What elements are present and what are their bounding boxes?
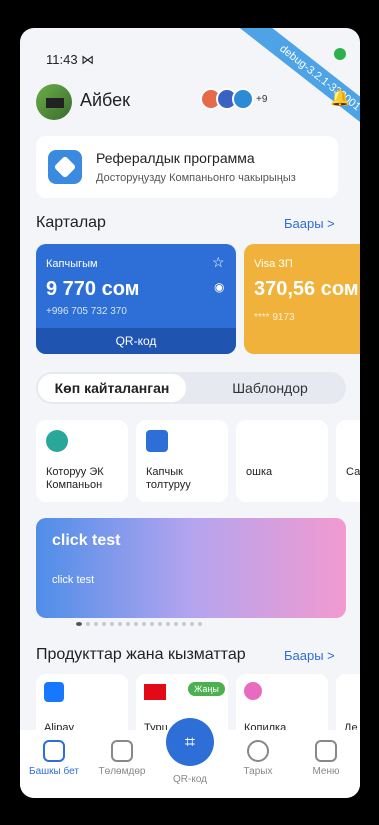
wallet-topup-icon (146, 430, 168, 452)
nav-home[interactable]: Башкы бет (20, 740, 88, 777)
avatar[interactable] (36, 84, 72, 120)
star-icon[interactable]: ☆ (212, 254, 225, 271)
nav-qr-label-wrap[interactable]: QR-код (156, 774, 224, 785)
wallet-card[interactable]: Капчыгым ☆ 9 770 сом ◉ +996 705 732 370 … (36, 244, 236, 354)
banner-subtitle: click test (52, 574, 95, 586)
referral-subtitle: Досторуңузду Компаньонго чакырыңыз (96, 172, 296, 184)
promo-banner[interactable]: click test click test (36, 518, 346, 618)
service-label: ошка (246, 466, 273, 478)
nav-menu[interactable]: Меню (292, 740, 360, 777)
transfer-icon (46, 430, 68, 452)
service-label: Капчык толтуруу (146, 466, 191, 492)
card-phone: +996 705 732 370 (46, 306, 127, 317)
nav-qr-label: QR-код (173, 774, 207, 785)
card-amount: 370,56 сом (254, 278, 359, 300)
home-icon (43, 740, 65, 762)
referral-title: Рефералдык программа (96, 150, 255, 166)
card-qr-button[interactable]: QR-код (36, 328, 236, 354)
cards-all-link[interactable]: Баары > (284, 216, 335, 231)
card-amount: 9 770 сом (46, 278, 140, 300)
grid-icon (315, 740, 337, 762)
new-badge: Жаңы (188, 682, 225, 696)
products-all-link[interactable]: Баары > (284, 648, 335, 663)
status-indicator-icon (334, 48, 346, 60)
banner-title: click test (52, 532, 121, 549)
clock-icon (247, 740, 269, 762)
box-icon (48, 150, 82, 184)
coin-icon (232, 88, 254, 110)
tab-templates[interactable]: Шаблондор (196, 374, 344, 402)
coin-stack[interactable]: +9 (200, 88, 268, 110)
cards-title: Карталар (36, 214, 106, 231)
service-label: Которуу ЭК Компаньон (46, 466, 104, 492)
eye-icon[interactable]: ◉ (214, 280, 224, 294)
card-label: Капчыгым (46, 258, 98, 270)
alipay-icon (44, 682, 64, 702)
card-mask: **** 9173 (254, 312, 295, 323)
service-label: Са (346, 466, 360, 478)
frequent-tabs: Көп кайталанган Шаблондор (36, 372, 346, 404)
status-time: 11:43 ⋈ (46, 52, 95, 67)
products-title: Продукттар жана кызматтар (36, 646, 246, 663)
referral-card[interactable]: Рефералдык программа Досторуңузду Компан… (36, 136, 338, 198)
user-name: Айбек (80, 90, 131, 110)
banner-pagination (76, 622, 202, 626)
nav-payments-label: Төлөмдөр (98, 766, 146, 777)
nav-menu-label: Меню (312, 766, 340, 777)
piggy-bank-icon (244, 682, 262, 700)
visa-card[interactable]: Visa ЗП 370,56 сом **** 9173 (244, 244, 360, 354)
service-tile[interactable]: Са (336, 420, 360, 502)
wallet-icon (111, 740, 133, 762)
qr-scan-button[interactable]: ⌗ (166, 718, 214, 766)
nav-history[interactable]: Тарых (224, 740, 292, 777)
bell-icon[interactable]: 🔔 (330, 88, 350, 108)
coin-count: +9 (256, 93, 268, 105)
phone-screen: 11:43 ⋈ debug-3.2.1-333001 Айбек +9 🔔 Ре… (20, 28, 360, 798)
nav-history-label: Тарых (243, 766, 273, 777)
turkey-flag-icon (144, 684, 166, 700)
service-tile[interactable]: Капчык толтуруу (136, 420, 228, 502)
service-tile[interactable]: Которуу ЭК Компаньон (36, 420, 128, 502)
card-label: Visa ЗП (254, 258, 293, 270)
tab-frequent[interactable]: Көп кайталанган (38, 374, 186, 402)
service-tile[interactable]: ошка (236, 420, 328, 502)
nav-home-label: Башкы бет (29, 766, 79, 777)
nav-payments[interactable]: Төлөмдөр (88, 740, 156, 777)
